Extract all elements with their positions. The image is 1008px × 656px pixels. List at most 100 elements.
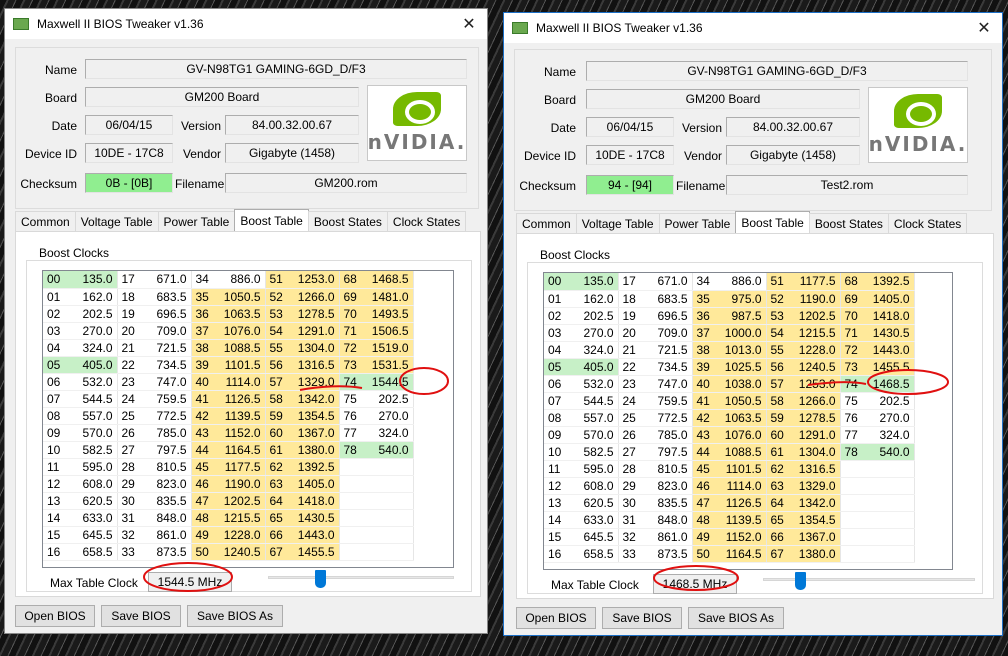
boost-clock-cell[interactable]: 405.0 — [67, 356, 118, 374]
boost-clock-grid[interactable]: 00 135.0 17 671.0 34 886.0 51 1177.5 68 1392.5 01 1… — [543, 272, 953, 570]
boost-clock-cell[interactable]: 835.5 — [642, 494, 693, 512]
boost-clock-cell[interactable]: 645.5 — [67, 526, 118, 544]
boost-clock-cell[interactable] — [864, 477, 915, 495]
save-bios-as-button[interactable]: Save BIOS As — [187, 605, 283, 627]
boost-clock-cell[interactable]: 540.0 — [363, 441, 414, 459]
boost-clock-cell[interactable]: 645.5 — [568, 528, 619, 546]
boost-clock-cell[interactable]: 1050.5 — [215, 288, 266, 306]
boost-clock-cell[interactable]: 848.0 — [642, 511, 693, 529]
tab-boost-states[interactable]: Boost States — [808, 213, 889, 233]
boost-clock-cell[interactable] — [363, 492, 414, 510]
boost-clock-cell[interactable]: 1443.0 — [864, 341, 915, 359]
boost-clock-cell[interactable]: 823.0 — [141, 475, 192, 493]
boost-clock-cell[interactable]: 1088.5 — [215, 339, 266, 357]
tab-common[interactable]: Common — [516, 213, 577, 233]
boost-clock-cell[interactable]: 1215.5 — [215, 509, 266, 527]
boost-clock-cell[interactable] — [363, 458, 414, 476]
boost-clock-cell[interactable]: 1253.0 — [289, 271, 340, 289]
boost-clock-cell[interactable] — [864, 528, 915, 546]
boost-clock-cell[interactable]: 1392.5 — [864, 273, 915, 291]
boost-clock-cell[interactable]: 1164.5 — [215, 441, 266, 459]
boost-clock-cell[interactable]: 734.5 — [141, 356, 192, 374]
boost-clock-cell[interactable]: 324.0 — [67, 339, 118, 357]
boost-clock-cell[interactable]: 1025.5 — [716, 358, 767, 376]
boost-clock-cell[interactable]: 405.0 — [568, 358, 619, 376]
boost-clock-cell[interactable]: 1202.5 — [215, 492, 266, 510]
boost-clock-cell[interactable]: 785.0 — [141, 424, 192, 442]
boost-clock-cell[interactable]: 810.5 — [642, 460, 693, 478]
boost-clock-cell[interactable]: 759.5 — [642, 392, 693, 410]
boost-clock-cell[interactable]: 1354.5 — [790, 511, 841, 529]
boost-clock-cell[interactable]: 1418.0 — [864, 307, 915, 325]
boost-clock-cell[interactable]: 1050.5 — [716, 392, 767, 410]
boost-clock-cell[interactable]: 1202.5 — [790, 307, 841, 325]
boost-clock-cell[interactable]: 671.0 — [141, 271, 192, 289]
boost-clock-cell[interactable]: 747.0 — [141, 373, 192, 391]
max-clock-slider[interactable] — [268, 570, 454, 594]
boost-clock-cell[interactable] — [864, 511, 915, 529]
boost-clock-cell[interactable]: 1253.0 — [790, 375, 841, 393]
slider-thumb[interactable] — [795, 572, 806, 590]
boost-clock-cell[interactable]: 633.0 — [67, 509, 118, 527]
boost-clock-cell[interactable] — [363, 543, 414, 561]
boost-clock-cell[interactable]: 1304.0 — [289, 339, 340, 357]
boost-clock-cell[interactable]: 861.0 — [141, 526, 192, 544]
open-bios-button[interactable]: Open BIOS — [15, 605, 95, 627]
boost-clock-cell[interactable]: 1126.5 — [716, 494, 767, 512]
boost-clock-cell[interactable]: 1164.5 — [716, 545, 767, 563]
boost-clock-cell[interactable]: 1380.0 — [790, 545, 841, 563]
boost-clock-cell[interactable]: 1493.5 — [363, 305, 414, 323]
tab-boost-table[interactable]: Boost Table — [735, 211, 810, 233]
boost-clock-cell[interactable]: 595.0 — [67, 458, 118, 476]
boost-clock-cell[interactable]: 1114.0 — [215, 373, 266, 391]
boost-clock-cell[interactable]: 1354.5 — [289, 407, 340, 425]
boost-clock-cell[interactable]: 1038.0 — [716, 375, 767, 393]
boost-clock-cell[interactable]: 1190.0 — [215, 475, 266, 493]
boost-clock-cell[interactable]: 135.0 — [568, 273, 619, 291]
boost-clock-cell[interactable]: 734.5 — [642, 358, 693, 376]
title-bar[interactable]: Maxwell II BIOS Tweaker v1.36 ✕ — [5, 9, 487, 39]
boost-clock-cell[interactable]: 1063.5 — [716, 409, 767, 427]
tab-boost-table[interactable]: Boost Table — [234, 209, 309, 231]
boost-clock-grid[interactable]: 00 135.0 17 671.0 34 886.0 51 1253.0 68 1468.5 01 1… — [42, 270, 454, 568]
boost-clock-cell[interactable]: 1076.0 — [716, 426, 767, 444]
boost-clock-cell[interactable]: 570.0 — [67, 424, 118, 442]
boost-clock-cell[interactable]: 1405.0 — [289, 475, 340, 493]
boost-clock-cell[interactable]: 202.5 — [864, 392, 915, 410]
boost-clock-cell[interactable]: 540.0 — [864, 443, 915, 461]
boost-clock-cell[interactable]: 270.0 — [568, 324, 619, 342]
boost-clock-cell[interactable]: 848.0 — [141, 509, 192, 527]
boost-clock-cell[interactable]: 721.5 — [141, 339, 192, 357]
boost-clock-cell[interactable]: 1088.5 — [716, 443, 767, 461]
boost-clock-cell[interactable]: 1329.0 — [289, 373, 340, 391]
boost-clock-cell[interactable]: 202.5 — [363, 390, 414, 408]
tab-voltage-table[interactable]: Voltage Table — [575, 213, 660, 233]
boost-clock-cell[interactable]: 1443.0 — [289, 526, 340, 544]
boost-clock-cell[interactable]: 1544.5 — [363, 373, 414, 391]
save-bios-as-button[interactable]: Save BIOS As — [688, 607, 784, 629]
boost-clock-cell[interactable]: 1468.5 — [363, 271, 414, 289]
boost-clock-cell[interactable]: 1139.5 — [215, 407, 266, 425]
boost-clock-cell[interactable]: 721.5 — [642, 341, 693, 359]
tab-power-table[interactable]: Power Table — [157, 211, 236, 231]
boost-clock-cell[interactable]: 1329.0 — [790, 477, 841, 495]
boost-clock-cell[interactable]: 772.5 — [141, 407, 192, 425]
boost-clock-cell[interactable]: 1190.0 — [790, 290, 841, 308]
tab-boost-states[interactable]: Boost States — [307, 211, 388, 231]
boost-clock-cell[interactable]: 1240.5 — [790, 358, 841, 376]
boost-clock-cell[interactable] — [363, 509, 414, 527]
boost-clock-cell[interactable]: 683.5 — [141, 288, 192, 306]
boost-clock-cell[interactable]: 1342.0 — [289, 390, 340, 408]
boost-clock-cell[interactable]: 1139.5 — [716, 511, 767, 529]
boost-clock-cell[interactable]: 696.5 — [642, 307, 693, 325]
save-bios-button[interactable]: Save BIOS — [602, 607, 682, 629]
boost-clock-cell[interactable]: 608.0 — [67, 475, 118, 493]
close-icon[interactable]: ✕ — [451, 9, 487, 39]
boost-clock-cell[interactable]: 324.0 — [363, 424, 414, 442]
boost-clock-cell[interactable] — [363, 526, 414, 544]
boost-clock-cell[interactable]: 544.5 — [568, 392, 619, 410]
tab-common[interactable]: Common — [15, 211, 76, 231]
boost-clock-cell[interactable]: 1266.0 — [289, 288, 340, 306]
close-icon[interactable]: ✕ — [966, 13, 1002, 43]
max-clock-slider[interactable] — [763, 572, 975, 596]
